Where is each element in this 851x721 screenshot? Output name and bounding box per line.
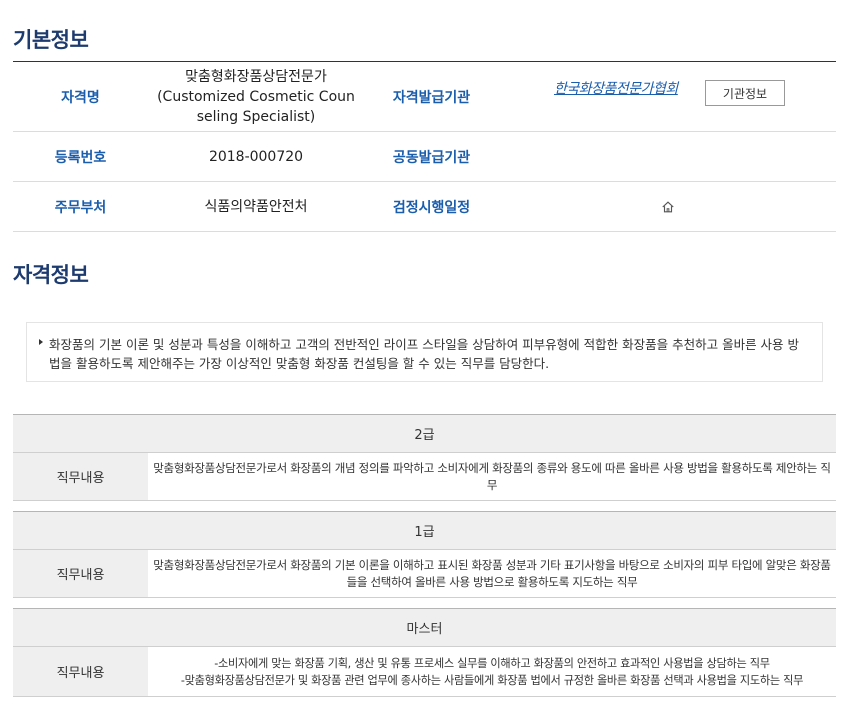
qualification-description: 화장품의 기본 이론 및 성분과 특성을 이해하고 고객의 전반적인 라이프 스… <box>26 322 823 382</box>
info-label: 공동발급기관 <box>392 149 471 166</box>
grade-title: 2급 <box>13 415 836 453</box>
schedule-cell <box>499 182 836 231</box>
issuer-cell: 한국화장품전문가협회 기관정보 <box>499 62 836 131</box>
qualification-info-title: 자격정보 <box>13 263 89 287</box>
qualification-name: 맞춤형화장품상담전문가 (Customized Cosmetic Coun se… <box>148 62 364 131</box>
page: 기본정보 자격명 맞춤형화장품상담전문가 (Customized Cosmeti… <box>0 0 851 721</box>
grade-row: 직무내용 맞춤형화장품상담전문가로서 화장품의 개념 정의를 파악하고 소비자에… <box>13 453 836 501</box>
info-label: 자격명 <box>61 89 100 106</box>
grade-duty-text: -소비자에게 맞는 화장품 기획, 생산 및 유통 프로세스 실무를 이해하고 … <box>180 656 804 687</box>
grade-row: 직무내용 맞춤형화장품상담전문가로서 화장품의 기본 이론을 이해하고 표시된 … <box>13 550 836 598</box>
issuer-link[interactable]: 한국화장품전문가협회 <box>554 78 678 98</box>
info-row-ministry: 주무부처 식품의약품안전처 검정시행일정 <box>13 182 836 232</box>
grade-title: 1급 <box>13 512 836 550</box>
grade-duty-text: 맞춤형화장품상담전문가로서 화장품의 기본 이론을 이해하고 표시된 화장품 성… <box>153 557 831 589</box>
grade-table-master: 마스터 직무내용 -소비자에게 맞는 화장품 기획, 생산 및 유통 프로세스 … <box>13 608 836 697</box>
bullet-icon <box>39 339 43 345</box>
info-label: 등록번호 <box>54 149 107 166</box>
grade-row: 직무내용 -소비자에게 맞는 화장품 기획, 생산 및 유통 프로세스 실무를 … <box>13 647 836 697</box>
info-label: 자격발급기관 <box>392 89 471 106</box>
org-info-button[interactable]: 기관정보 <box>705 80 785 106</box>
basic-info-table: 자격명 맞춤형화장품상담전문가 (Customized Cosmetic Cou… <box>13 61 836 232</box>
grade-duty-text: 맞춤형화장품상담전문가로서 화장품의 개념 정의를 파악하고 소비자에게 화장품… <box>153 460 831 492</box>
qualification-name-text: 맞춤형화장품상담전문가 (Customized Cosmetic Coun se… <box>157 68 355 125</box>
info-label: 검정시행일정 <box>392 199 471 216</box>
info-row-name: 자격명 맞춤형화장품상담전문가 (Customized Cosmetic Cou… <box>13 62 836 132</box>
ministry-name: 식품의약품안전처 <box>204 198 308 215</box>
info-row-registration: 등록번호 2018-000720 공동발급기관 <box>13 132 836 182</box>
grade-table-1: 1급 직무내용 맞춤형화장품상담전문가로서 화장품의 기본 이론을 이해하고 표… <box>13 511 836 598</box>
grade-label: 직무내용 <box>13 453 148 500</box>
registration-number: 2018-000720 <box>208 148 304 165</box>
grade-label: 직무내용 <box>13 550 148 597</box>
description-text: 화장품의 기본 이론 및 성분과 특성을 이해하고 고객의 전반적인 라이프 스… <box>49 337 800 371</box>
grade-title: 마스터 <box>13 609 836 647</box>
grade-label: 직무내용 <box>13 647 148 696</box>
co-issuer-cell <box>499 132 836 181</box>
info-label: 주무부처 <box>54 199 107 216</box>
home-icon[interactable] <box>661 200 675 214</box>
grade-table-2: 2급 직무내용 맞춤형화장품상담전문가로서 화장품의 개념 정의를 파악하고 소… <box>13 414 836 501</box>
basic-info-title: 기본정보 <box>13 28 89 52</box>
